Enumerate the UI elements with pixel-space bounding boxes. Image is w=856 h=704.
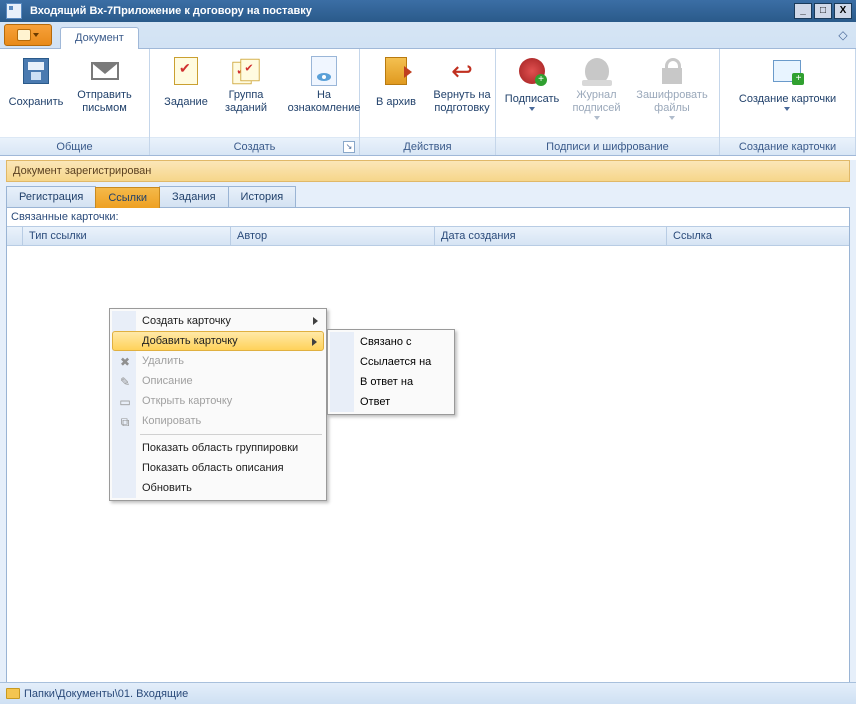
delete-icon: ✖ [117, 354, 133, 370]
close-button[interactable]: X [834, 3, 852, 19]
ribbon: Сохранить Отправить письмом Общие Задани… [0, 48, 856, 156]
sign-button[interactable]: Подписать [502, 53, 562, 117]
tab-tasks[interactable]: Задания [159, 186, 228, 207]
ctx-copy[interactable]: ⧉Копировать [112, 411, 324, 431]
grid-col-type[interactable]: Тип ссылки [23, 227, 231, 245]
review-label: На ознакомление [280, 89, 368, 115]
context-menu: Создать карточку Добавить карточку ✖Удал… [109, 308, 327, 501]
task-group-label: Группа заданий [220, 89, 272, 115]
task-label: Задание [164, 89, 208, 115]
group-label-create: Создать [234, 141, 276, 153]
sub-related[interactable]: Связано с [330, 332, 452, 352]
save-icon [23, 58, 49, 84]
encrypt-label: Зашифровать файлы [635, 89, 709, 115]
group-label-general: Общие [0, 137, 149, 155]
quick-access-toolbar[interactable] [4, 24, 52, 46]
context-submenu-add-card: Связано с Ссылается на В ответ на Ответ [327, 329, 455, 415]
ctx-separator [140, 434, 322, 435]
save-button[interactable]: Сохранить [6, 53, 66, 117]
return-label: Вернуть на подготовку [430, 89, 494, 115]
chevron-down-icon [33, 33, 39, 37]
links-panel: Связанные карточки: Тип ссылки Автор Дат… [6, 208, 850, 686]
create-card-button[interactable]: Создание карточки [735, 53, 840, 117]
return-button[interactable]: Вернуть на подготовку [426, 53, 498, 117]
statusbar-path: Папки\Документы\01. Входящие [24, 688, 188, 700]
chevron-right-icon [313, 317, 318, 325]
chevron-down-icon [529, 107, 535, 111]
grid-header: Тип ссылки Автор Дата создания Ссылка [7, 226, 849, 246]
archive-label: В архив [376, 89, 416, 115]
ctx-description[interactable]: ✎Описание [112, 371, 324, 391]
journal-icon [585, 58, 609, 84]
create-card-icon [773, 60, 801, 82]
encrypt-button[interactable]: Зашифровать файлы [631, 53, 713, 122]
titlebar: Входящий Вх-7Приложение к договору на по… [0, 0, 856, 22]
panel-tabs: Регистрация Ссылки Задания История [6, 186, 850, 208]
tab-registration[interactable]: Регистрация [6, 186, 96, 207]
sub-refers[interactable]: Ссылается на [330, 352, 452, 372]
grid-col-author[interactable]: Автор [231, 227, 435, 245]
minimize-button[interactable]: _ [794, 3, 812, 19]
save-label: Сохранить [9, 89, 64, 115]
send-mail-label: Отправить письмом [70, 89, 139, 115]
task-group-icon [230, 56, 262, 86]
sign-icon [519, 58, 545, 84]
ctx-refresh[interactable]: Обновить [112, 478, 324, 498]
ctx-show-grouping[interactable]: Показать область группировки [112, 438, 324, 458]
chevron-down-icon [669, 116, 675, 120]
sign-label: Подписать [505, 93, 559, 106]
archive-button[interactable]: В архив [366, 53, 426, 117]
ribbon-tabrow: Документ ◇ [0, 22, 856, 48]
maximize-button[interactable]: □ [814, 3, 832, 19]
doc-status-strip: Документ зарегистрирован [6, 160, 850, 182]
app-icon [6, 3, 22, 19]
grid-col-selector[interactable] [7, 227, 23, 245]
chevron-down-icon [784, 107, 790, 111]
mail-icon [91, 62, 119, 80]
chevron-down-icon [594, 116, 600, 120]
pencil-icon: ✎ [117, 374, 133, 390]
group-label-sign: Подписи и шифрование [496, 137, 719, 155]
archive-icon [385, 57, 407, 85]
open-icon: ▭ [117, 394, 133, 410]
create-card-label: Создание карточки [739, 93, 836, 106]
grid-col-date[interactable]: Дата создания [435, 227, 667, 245]
window-title: Входящий Вх-7Приложение к договору на по… [26, 5, 794, 17]
chevron-right-icon [312, 338, 317, 346]
review-icon [311, 56, 337, 86]
dialog-launcher-icon[interactable]: ↘ [343, 141, 355, 153]
qat-icon [17, 29, 31, 41]
copy-icon: ⧉ [117, 414, 133, 430]
task-icon [174, 57, 198, 85]
sub-answer[interactable]: Ответ [330, 392, 452, 412]
ribbon-collapse-icon[interactable]: ◇ [836, 28, 850, 42]
linked-cards-title: Связанные карточки: [7, 208, 849, 226]
sign-journal-button[interactable]: Журнал подписей [562, 53, 631, 122]
group-label-actions: Действия [360, 137, 495, 155]
send-mail-button[interactable]: Отправить письмом [66, 53, 143, 117]
lock-icon [662, 68, 682, 84]
grid-col-link[interactable]: Ссылка [667, 227, 849, 245]
ctx-delete[interactable]: ✖Удалить [112, 351, 324, 371]
ctx-open-card[interactable]: ▭Открыть карточку [112, 391, 324, 411]
group-label-card: Создание карточки [720, 137, 855, 155]
folder-icon [6, 688, 20, 699]
journal-label: Журнал подписей [566, 89, 627, 115]
ctx-create-card[interactable]: Создать карточку [112, 311, 324, 331]
ctx-show-description[interactable]: Показать область описания [112, 458, 324, 478]
tab-history[interactable]: История [228, 186, 297, 207]
review-button[interactable]: На ознакомление [276, 53, 372, 117]
return-icon [449, 58, 475, 84]
ribbon-tab-document[interactable]: Документ [60, 27, 139, 49]
ctx-add-card[interactable]: Добавить карточку [112, 331, 324, 351]
tab-links[interactable]: Ссылки [95, 187, 160, 208]
statusbar: Папки\Документы\01. Входящие [0, 682, 856, 704]
task-group-button[interactable]: Группа заданий [216, 53, 276, 117]
task-button[interactable]: Задание [156, 53, 216, 117]
sub-in-reply-to[interactable]: В ответ на [330, 372, 452, 392]
